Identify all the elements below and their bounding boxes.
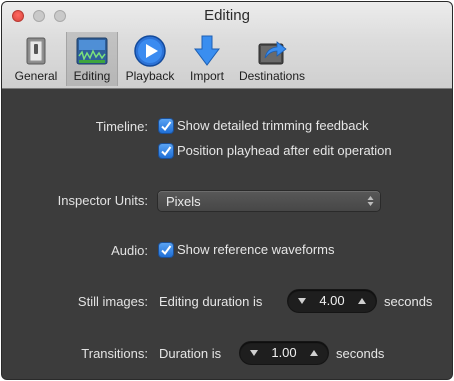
checkmark-icon: [161, 146, 172, 157]
play-icon: [134, 35, 166, 67]
still-images-label: Still images:: [77, 294, 148, 309]
transitions-prefix: Duration is: [159, 346, 222, 361]
reference-waveforms-label[interactable]: Show reference waveforms: [177, 242, 335, 257]
position-playhead-label[interactable]: Position playhead after edit operation: [177, 143, 392, 158]
toolbar-tab-label: Import: [189, 69, 224, 83]
toolbar-tab-editing[interactable]: Editing: [66, 32, 118, 86]
editing-pane: Timeline: Show detailed trimming feedbac…: [2, 89, 452, 379]
toolbar-tab-label: General: [14, 69, 58, 83]
decrement-arrow-icon[interactable]: [297, 296, 307, 306]
switch-icon: [26, 37, 46, 65]
transition-duration-stepper[interactable]: 1.00: [240, 342, 328, 364]
inspector-units-value: Pixels: [166, 194, 201, 209]
toolbar-tab-label: Destinations: [238, 69, 306, 83]
reference-waveforms-checkbox[interactable]: [159, 243, 173, 257]
import-arrow-icon: [194, 35, 220, 66]
inspector-units-popup[interactable]: Pixels: [158, 191, 380, 211]
toolbar-tab-general[interactable]: General: [10, 32, 62, 86]
window-title: Editing: [204, 7, 250, 24]
increment-arrow-icon[interactable]: [357, 296, 367, 306]
trimming-feedback-label[interactable]: Show detailed trimming feedback: [177, 118, 369, 133]
updown-chevron-icon: [367, 196, 374, 206]
toolbar-tab-playback[interactable]: Playback: [122, 32, 178, 86]
share-arrow-icon: [258, 41, 287, 65]
increment-arrow-icon[interactable]: [309, 348, 319, 358]
trimming-feedback-checkbox[interactable]: [159, 119, 173, 133]
transition-duration-value[interactable]: 1.00: [264, 345, 304, 360]
toolbar-tab-import[interactable]: Import: [184, 32, 230, 86]
still-images-prefix: Editing duration is: [159, 294, 263, 309]
title-bar: Editing General Editing Playback Import …: [2, 2, 452, 89]
toolbar-tab-label: Editing: [73, 69, 111, 83]
transitions-suffix: seconds: [336, 346, 385, 361]
decrement-arrow-icon[interactable]: [249, 348, 259, 358]
toolbar-tab-label: Playback: [125, 69, 175, 83]
audio-label: Audio:: [111, 243, 148, 258]
still-duration-value[interactable]: 4.00: [312, 293, 352, 308]
editing-waveform-icon: [76, 37, 108, 65]
transitions-label: Transitions:: [81, 346, 148, 361]
toolbar-tab-destinations[interactable]: Destinations: [234, 32, 310, 86]
still-duration-stepper[interactable]: 4.00: [288, 290, 376, 312]
position-playhead-checkbox[interactable]: [159, 144, 173, 158]
inspector-units-label: Inspector Units:: [57, 193, 148, 208]
checkmark-icon: [161, 121, 172, 132]
preferences-window: Editing General Editing Playback Import …: [2, 2, 452, 379]
still-images-suffix: seconds: [384, 294, 433, 309]
checkmark-icon: [161, 245, 172, 256]
timeline-label: Timeline:: [95, 119, 148, 134]
